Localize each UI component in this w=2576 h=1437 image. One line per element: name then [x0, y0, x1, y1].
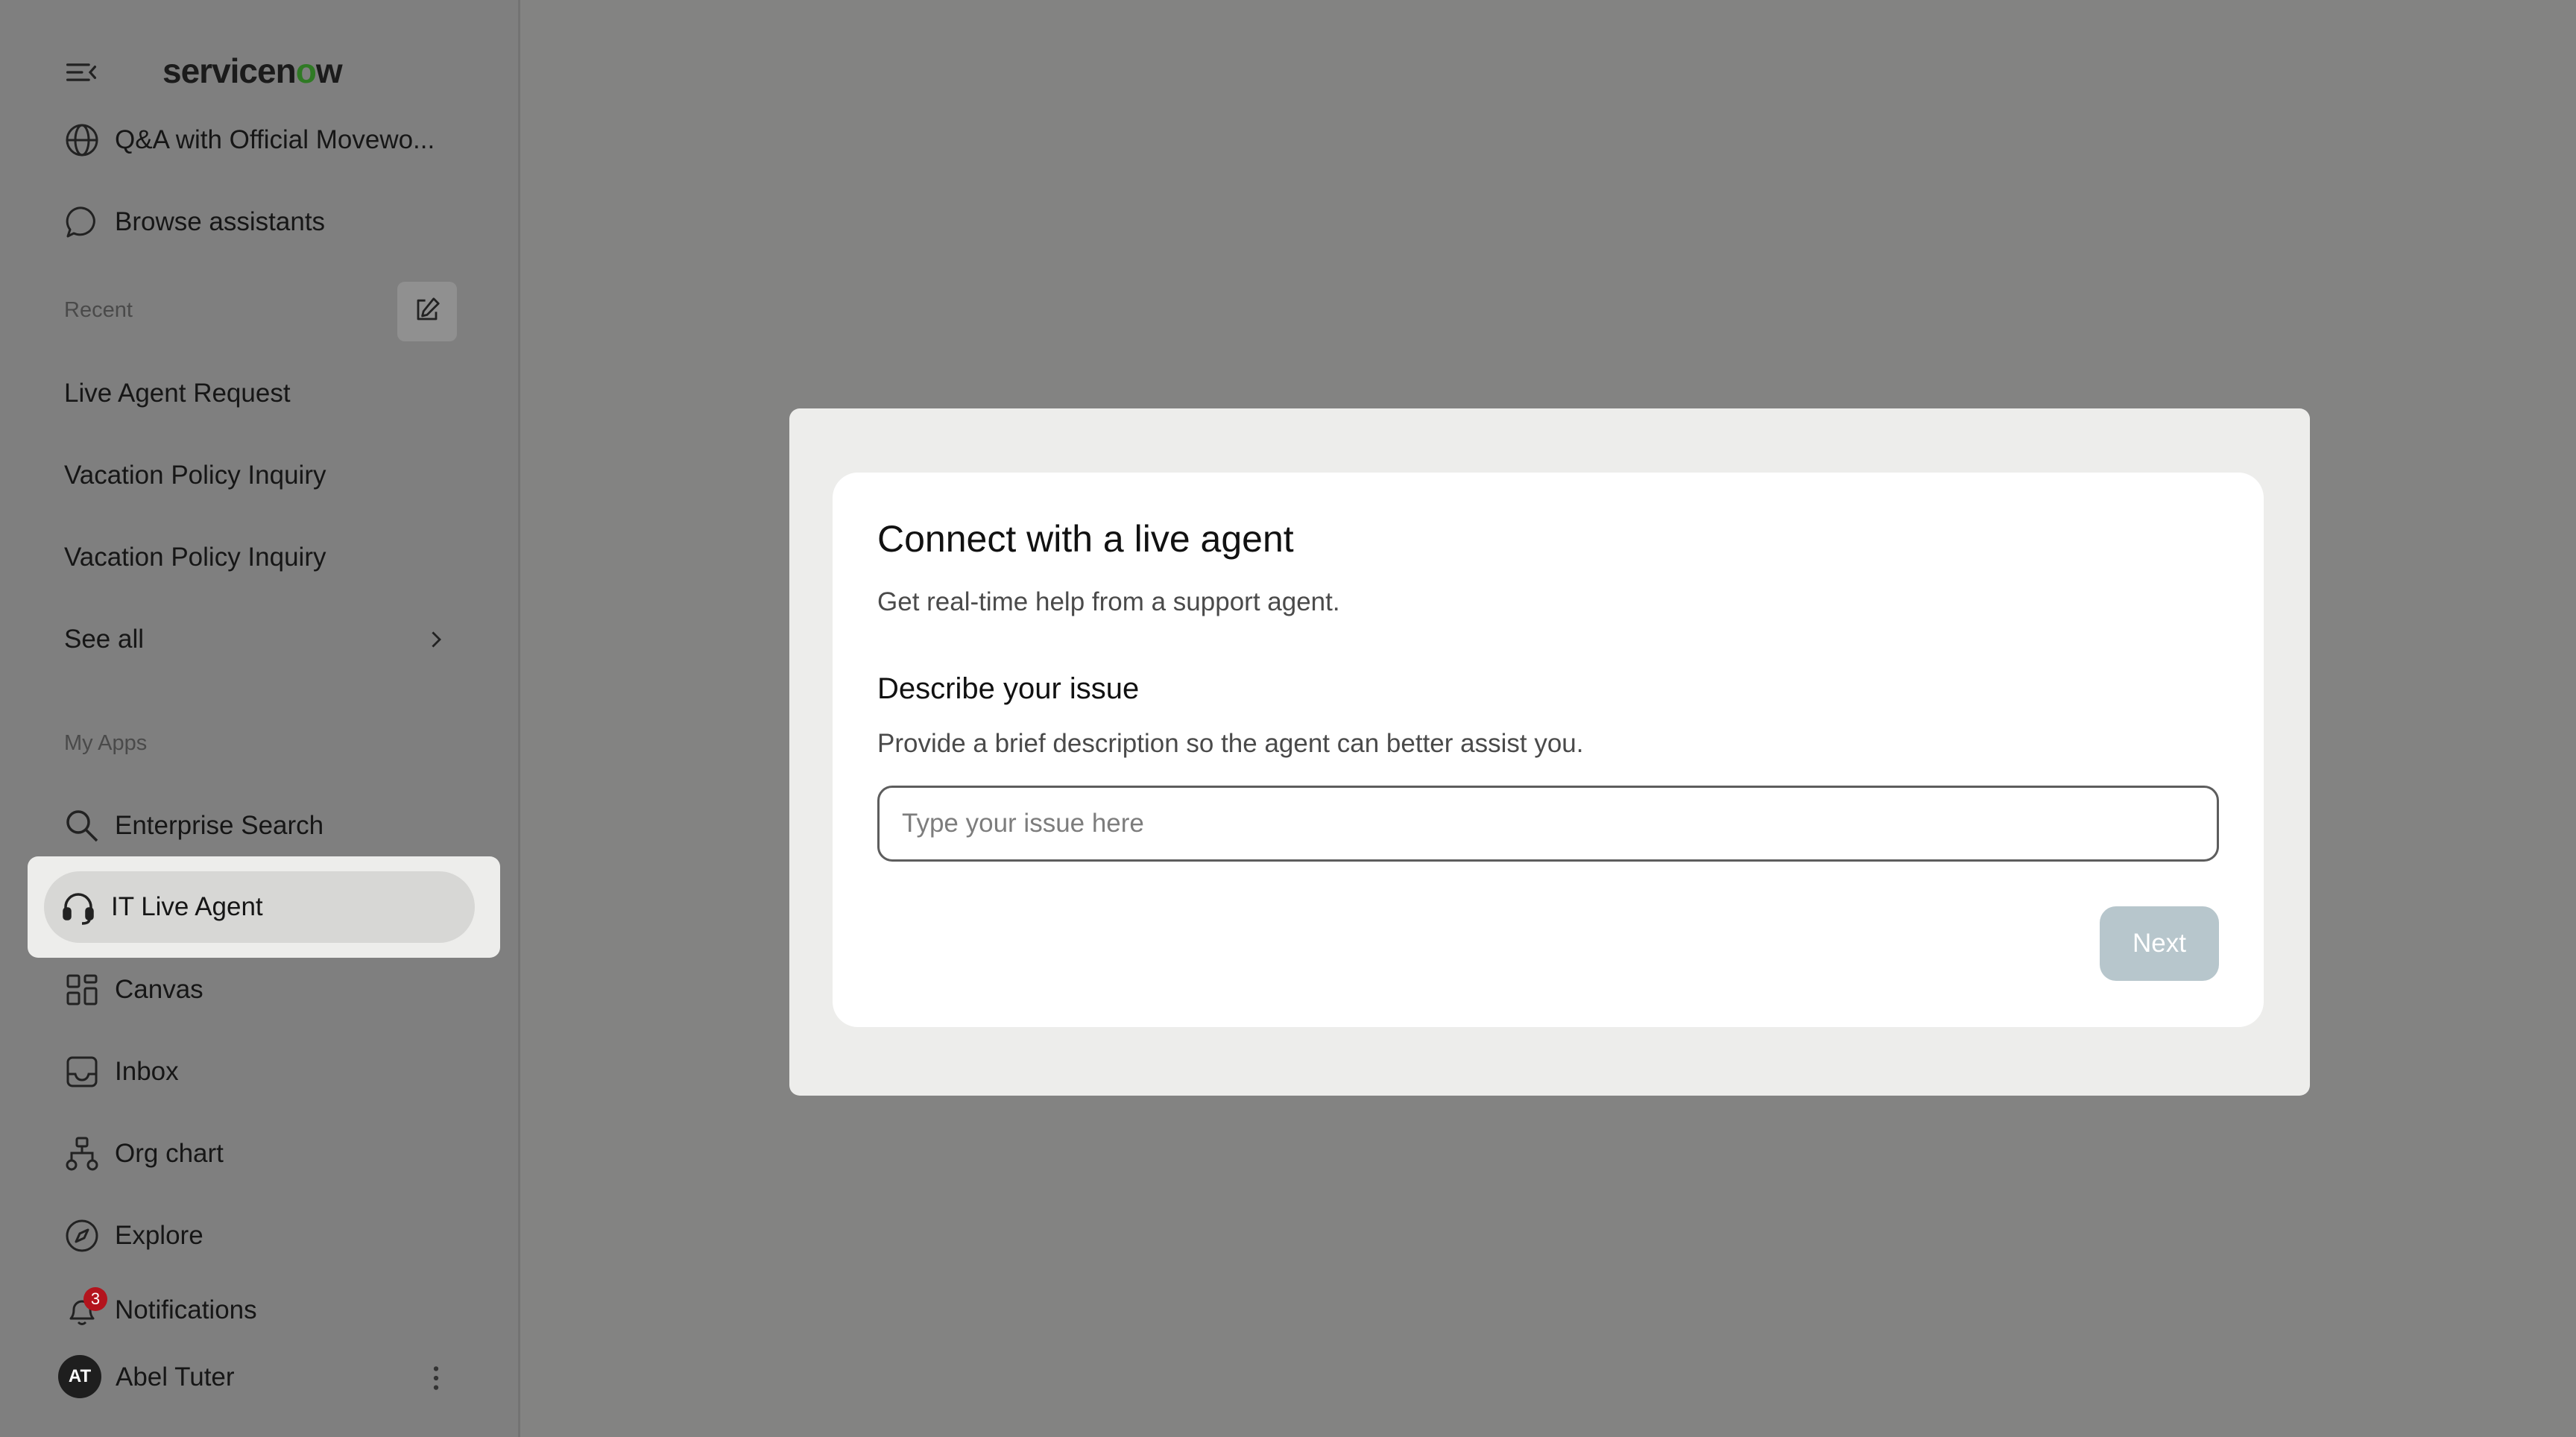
sidebar: servicenow Q&A with Official Movewo... B…: [0, 0, 520, 1437]
sidebar-item-inbox[interactable]: Inbox: [64, 1051, 179, 1093]
sidebar-item-it-live-agent[interactable]: IT Live Agent: [60, 871, 263, 943]
sidebar-item-label: Canvas: [115, 975, 203, 1004]
sidebar-item-label: Enterprise Search: [115, 811, 324, 840]
my-apps-heading: My Apps: [64, 731, 148, 755]
recent-item[interactable]: Live Agent Request: [64, 379, 291, 408]
headset-icon: [59, 888, 98, 926]
assistant-item-qa[interactable]: Q&A with Official Movewo...: [64, 119, 435, 161]
dialog-title: Connect with a live agent: [877, 518, 1294, 560]
assistant-item-label: Q&A with Official Movewo...: [115, 125, 435, 154]
servicenow-logo: servicenow: [162, 51, 343, 90]
grid-icon: [63, 970, 101, 1009]
sidebar-item-label: Inbox: [115, 1057, 179, 1086]
next-button[interactable]: Next: [2100, 906, 2219, 981]
sidebar-item-label: Org chart: [115, 1139, 224, 1168]
sidebar-item-label: Explore: [115, 1221, 203, 1250]
see-all-link[interactable]: See all: [64, 625, 446, 654]
collapse-menu-icon[interactable]: [63, 54, 100, 91]
dialog-card: Connect with a live agent Get real-time …: [833, 473, 2264, 1027]
issue-input[interactable]: [877, 786, 2219, 862]
chat-bubble-icon: [63, 203, 101, 241]
sidebar-item-org-chart[interactable]: Org chart: [64, 1133, 224, 1175]
user-name[interactable]: Abel Tuter: [116, 1362, 235, 1392]
inbox-icon: [63, 1052, 101, 1091]
avatar[interactable]: AT: [58, 1355, 101, 1398]
dialog-subtitle: Get real-time help from a support agent.: [877, 587, 1340, 616]
sidebar-item-explore[interactable]: Explore: [64, 1215, 203, 1257]
search-icon: [63, 806, 101, 845]
edit-icon: [412, 295, 442, 329]
browse-assistants-label: Browse assistants: [115, 207, 326, 236]
recent-item[interactable]: Vacation Policy Inquiry: [64, 543, 326, 572]
recent-heading: Recent: [64, 298, 133, 322]
sidebar-item-enterprise-search[interactable]: Enterprise Search: [64, 805, 323, 847]
org-chart-icon: [63, 1134, 101, 1173]
browse-assistants-button[interactable]: Browse assistants: [64, 201, 325, 243]
sidebar-item-label: Notifications: [115, 1295, 257, 1324]
recent-item[interactable]: Vacation Policy Inquiry: [64, 461, 326, 490]
sidebar-item-label: IT Live Agent: [111, 892, 263, 921]
see-all-label: See all: [64, 625, 145, 654]
describe-issue-description: Provide a brief description so the agent…: [877, 729, 1584, 758]
sidebar-item-canvas[interactable]: Canvas: [64, 969, 203, 1011]
more-options-icon[interactable]: [425, 1360, 447, 1396]
describe-issue-heading: Describe your issue: [877, 672, 1140, 705]
live-agent-dialog: Connect with a live agent Get real-time …: [789, 408, 2310, 1096]
chevron-right-icon: [428, 626, 446, 660]
compass-icon: [63, 1216, 101, 1255]
notification-count-badge: 3: [83, 1287, 107, 1311]
new-chat-button[interactable]: [397, 282, 457, 341]
globe-icon: [63, 121, 101, 160]
sidebar-item-it-live-agent-focus: IT Live Agent: [28, 856, 500, 958]
